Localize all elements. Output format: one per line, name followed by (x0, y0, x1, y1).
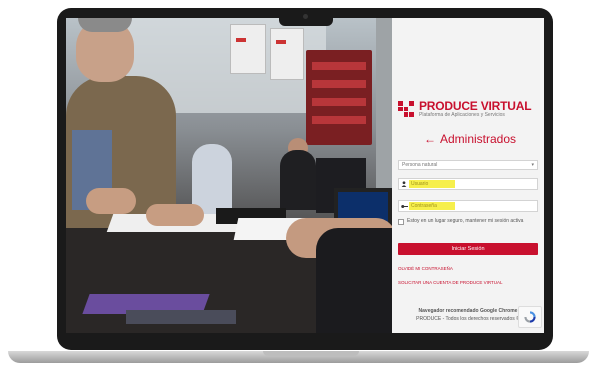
login-panel: PRODUCE VIRTUAL Plataforma de Aplicacion… (392, 18, 544, 333)
photo-man-hair (78, 18, 132, 32)
chevron-down-icon: ▾ (531, 162, 534, 168)
copyright-text: PRODUCE - Todos los derechos reservados … (416, 316, 520, 322)
photo-sign-mark (276, 40, 286, 44)
laptop-base-groove (263, 351, 359, 356)
browser-recommendation: Navegador recomendado Google Chrome (418, 308, 518, 314)
camera-icon (303, 14, 308, 19)
laptop-base (8, 351, 589, 363)
photo-display-row (312, 116, 366, 124)
photo-display-row (312, 80, 366, 88)
photo-hand (146, 204, 204, 226)
photo-book (126, 310, 236, 324)
key-icon (399, 201, 409, 211)
photo-person (192, 144, 232, 214)
request-account-link[interactable]: SOLICITAR UNA CUENTA DE PRODUCE VIRTUAL (398, 280, 503, 285)
brand-text: PRODUCE VIRTUAL Plataforma de Aplicacion… (419, 99, 532, 118)
brand-title: PRODUCE VIRTUAL (419, 99, 532, 113)
photo-sleeve (316, 228, 392, 333)
remember-me[interactable]: Estoy en un lugar seguro, mantener mi se… (398, 218, 538, 225)
heading-label: Administrados (440, 132, 517, 146)
page-heading[interactable]: ← Administrados (424, 132, 516, 146)
recaptcha-icon (524, 311, 536, 323)
brand-subtitle: Plataforma de Aplicaciones y Servicios (419, 112, 505, 118)
photo-display-row (312, 98, 366, 106)
user-icon (399, 179, 409, 189)
password-input[interactable] (409, 202, 455, 210)
username-field[interactable] (398, 178, 538, 190)
password-field[interactable] (398, 200, 538, 212)
photo-hand (86, 188, 136, 214)
photo-person (280, 150, 316, 210)
brand-logo: PRODUCE VIRTUAL Plataforma de Aplicacion… (398, 98, 542, 120)
remember-checkbox[interactable] (398, 219, 404, 225)
left-arrow-icon[interactable]: ← (424, 132, 436, 146)
background-photo (66, 18, 392, 333)
camera-notch (279, 8, 333, 26)
forgot-password-link[interactable]: OLVIDÉ MI CONTRASEÑA (398, 266, 453, 271)
photo-sign (230, 24, 266, 74)
laptop-screen: PRODUCE VIRTUAL Plataforma de Aplicacion… (66, 18, 544, 333)
recaptcha-badge[interactable] (518, 306, 542, 328)
photo-sign-mark (236, 38, 246, 42)
produce-logo-icon (398, 101, 414, 117)
remember-label: Estoy en un lugar seguro, mantener mi se… (407, 218, 524, 224)
login-button[interactable]: Iniciar Sesión (398, 243, 538, 255)
person-type-select[interactable]: Persona natural ▾ (398, 160, 538, 170)
person-type-value: Persona natural (402, 162, 438, 168)
photo-display-row (312, 62, 366, 70)
photo-sign (270, 28, 304, 80)
username-input[interactable] (409, 180, 455, 188)
